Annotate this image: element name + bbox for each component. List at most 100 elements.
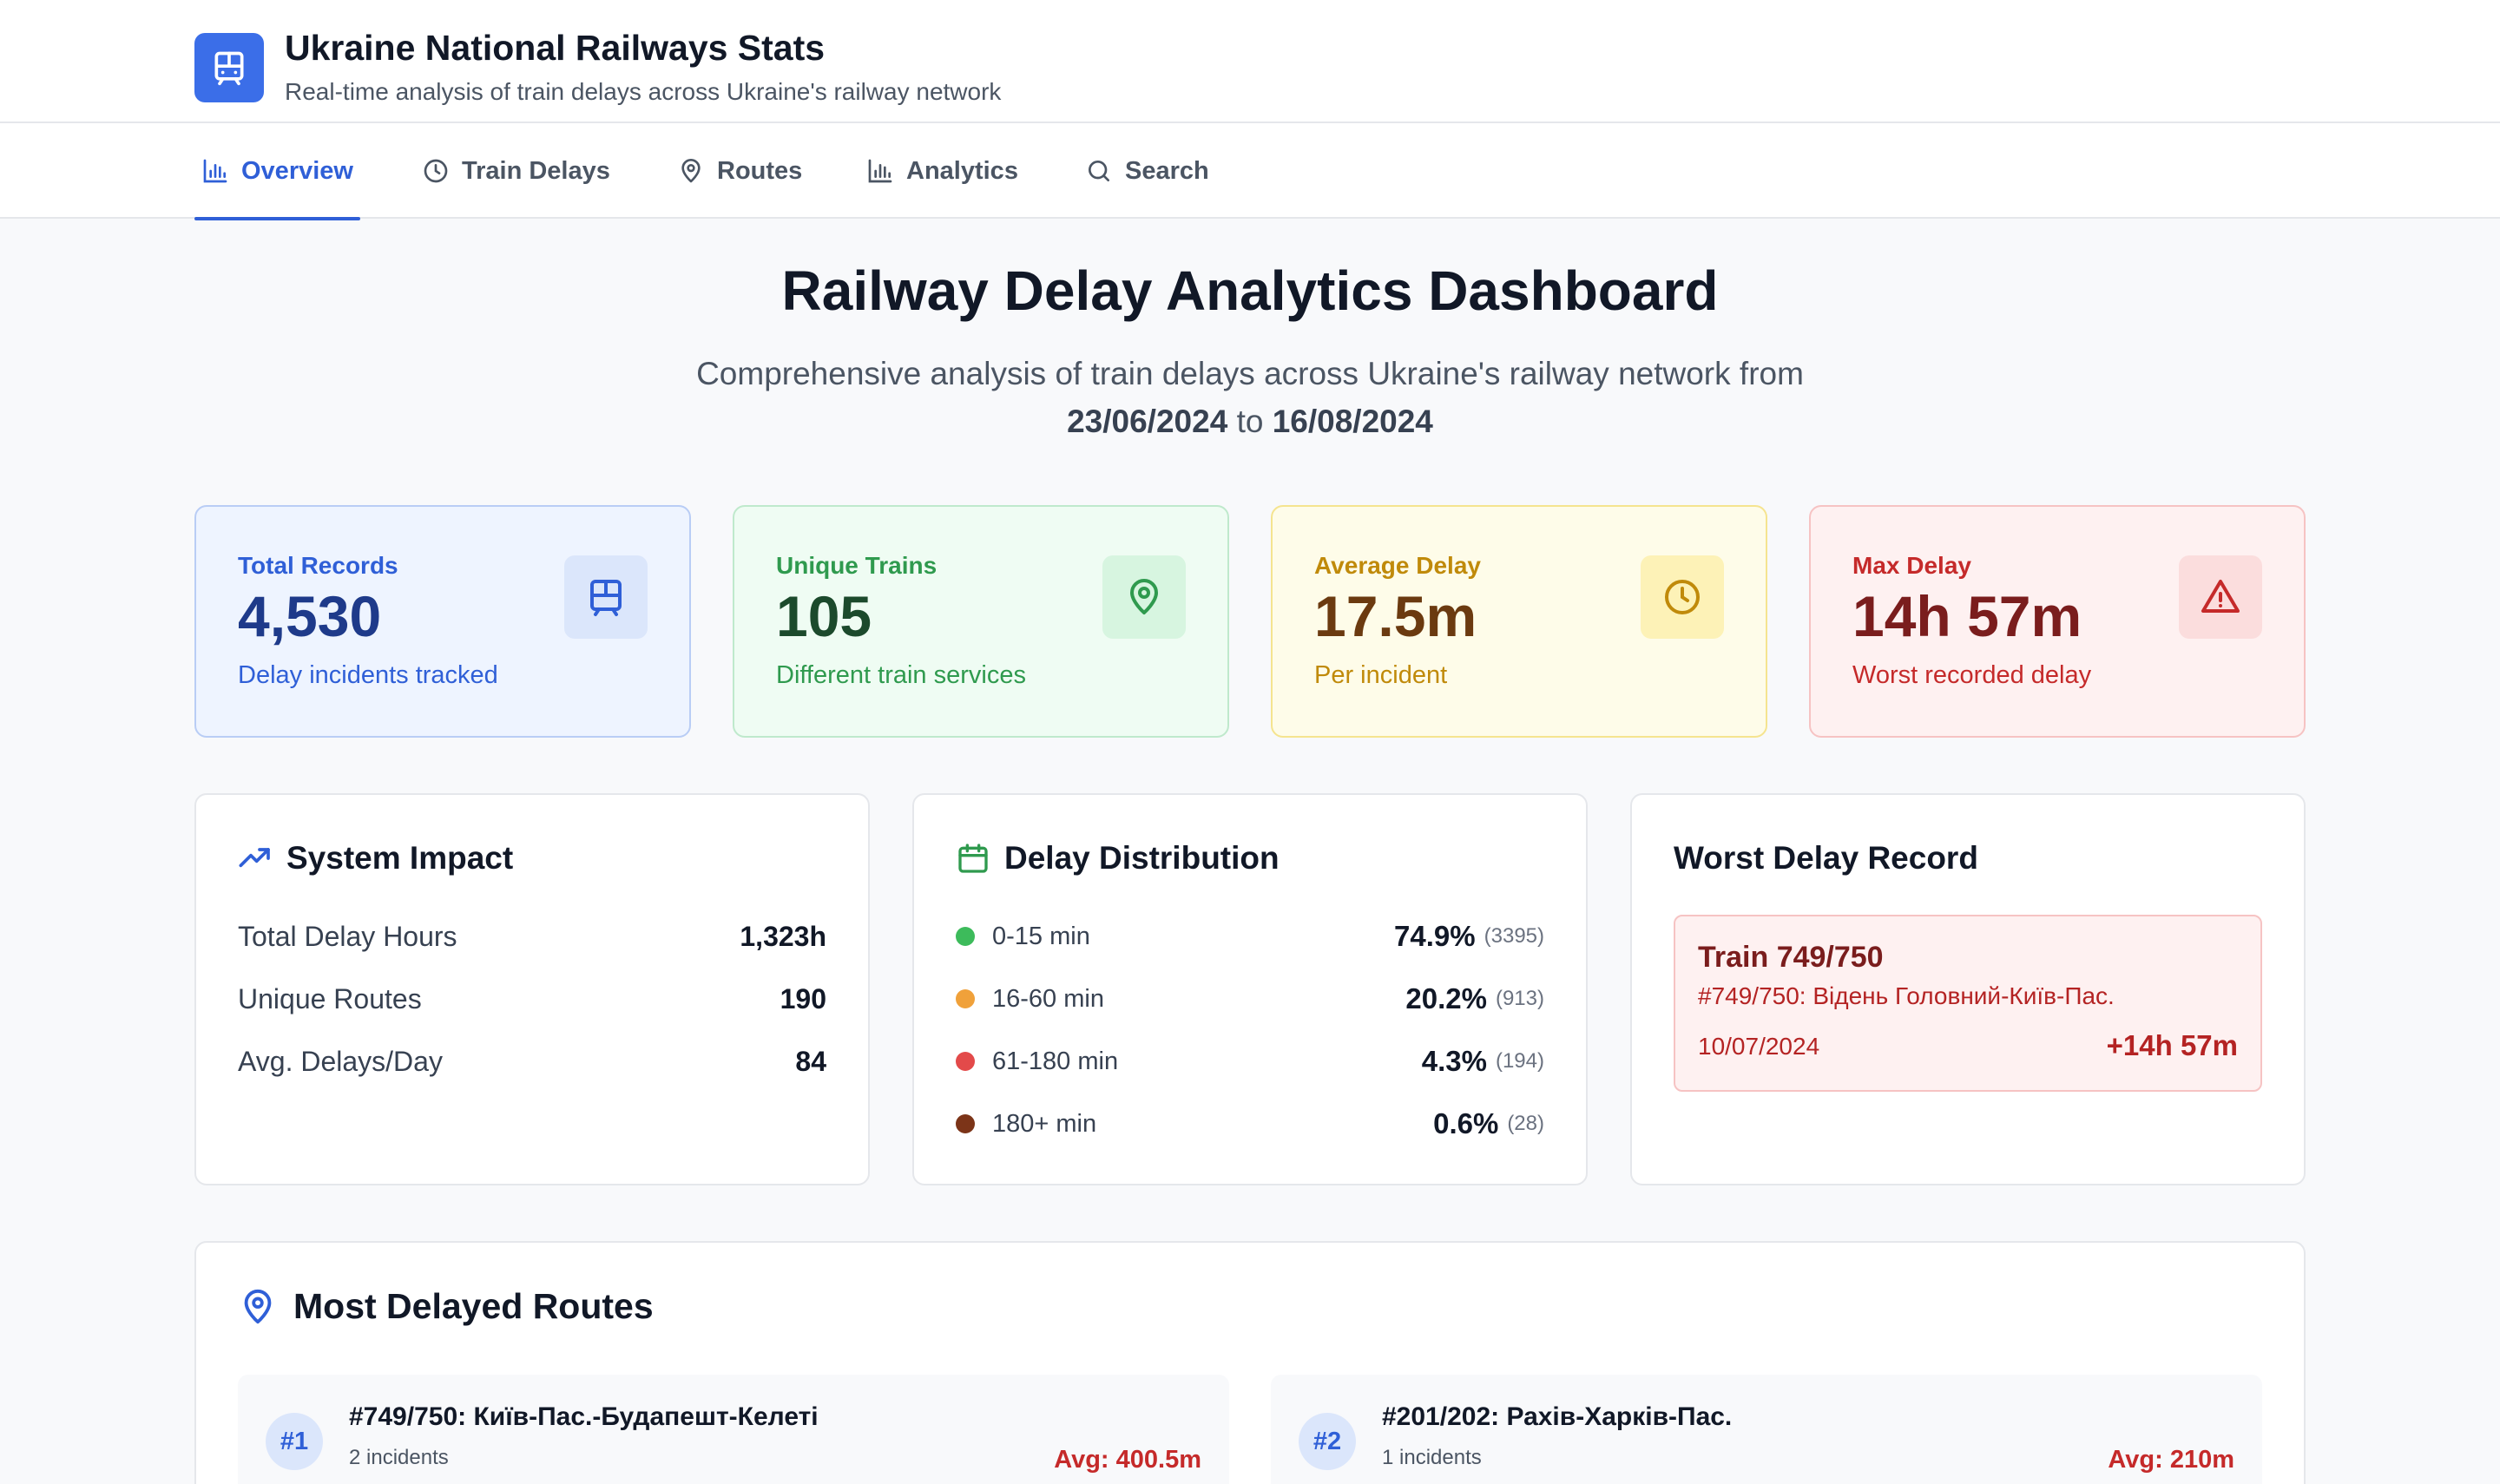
- map-pin-icon: [681, 159, 701, 183]
- alert-triangle-icon: [2179, 555, 2262, 639]
- date-range: 23/06/2024 to 16/08/2024: [0, 404, 2500, 440]
- panel-title-text: Worst Delay Record: [1674, 840, 1978, 876]
- app-subtitle: Real-time analysis of train delays acros…: [285, 78, 1002, 105]
- distribution-count: (913): [1495, 987, 1544, 1010]
- tab-label: Overview: [241, 156, 353, 185]
- distribution-count: (194): [1495, 1049, 1544, 1073]
- stat-description: Delay incidents tracked: [238, 661, 498, 689]
- panel-title: System Impact: [238, 840, 513, 877]
- tab-label: Train Delays: [462, 156, 610, 185]
- worst-delay-record[interactable]: Train 749/750 #749/750: Відень Головний-…: [1674, 915, 2262, 1092]
- stat-label: Total Records: [238, 552, 398, 579]
- distribution-label: 61-180 min: [992, 1047, 1119, 1075]
- route-card[interactable]: #1 #749/750: Київ-Пас.-Будапешт-Келеті 2…: [238, 1375, 1229, 1484]
- panel-title-text: System Impact: [286, 840, 514, 876]
- stat-card-average-delay: Average Delay 17.5m Per incident: [1271, 505, 1767, 738]
- distribution-count: (28): [1507, 1112, 1544, 1135]
- distribution-count: (3395): [1484, 924, 1544, 948]
- distribution-percent: 4.3%: [1421, 1045, 1487, 1077]
- route-card[interactable]: #2 #201/202: Рахів-Харків-Пас. 1 inciden…: [1271, 1375, 2262, 1484]
- route-average-delay: Avg: 210m: [2108, 1446, 2234, 1474]
- map-pin-icon: [244, 1289, 272, 1323]
- page-title: Railway Delay Analytics Dashboard: [781, 259, 1719, 322]
- page-description: Comprehensive analysis of train delays a…: [696, 356, 1804, 391]
- impact-label: Total Delay Hours: [238, 920, 457, 952]
- stat-label: Unique Trains: [776, 552, 938, 579]
- clock-icon: [424, 159, 448, 183]
- stat-description: Worst recorded delay: [1852, 661, 2092, 689]
- distribution-percent: 0.6%: [1433, 1107, 1499, 1139]
- trending-up-icon: [239, 848, 270, 868]
- panel-title-text: Delay Distribution: [1004, 840, 1280, 876]
- bar-chart-icon: [868, 159, 892, 183]
- legend-dot: [956, 989, 975, 1008]
- route-name: #201/202: Рахів-Харків-Пас.: [1382, 1402, 1733, 1431]
- worst-delay-duration: +14h 57m: [2106, 1029, 2238, 1061]
- search-icon: [1089, 161, 1109, 181]
- delay-distribution-panel: Delay Distribution 0-15 min 74.9% (3395)…: [912, 793, 1588, 1185]
- tab-overview[interactable]: Overview: [194, 123, 360, 220]
- tab-label: Routes: [717, 156, 803, 185]
- date-connector: to: [1236, 404, 1264, 439]
- worst-delay-panel: Worst Delay Record Train 749/750 #749/75…: [1630, 793, 2306, 1185]
- clock-icon: [1641, 555, 1724, 639]
- tab-analytics[interactable]: Analytics: [866, 123, 1018, 219]
- stat-description: Per incident: [1314, 661, 1448, 689]
- route-incidents: 1 incidents: [1382, 1446, 1482, 1469]
- distribution-row: 16-60 min 20.2% (913): [956, 977, 1544, 1021]
- distribution-label: 16-60 min: [992, 984, 1104, 1013]
- worst-train-number: Train 749/750: [1698, 941, 1884, 974]
- stat-value: 17.5m: [1314, 584, 1477, 648]
- legend-dot: [956, 927, 975, 946]
- impact-label: Avg. Delays/Day: [238, 1045, 443, 1077]
- tab-bar: Overview Train Delays Routes Analytics S…: [0, 123, 2500, 220]
- most-delayed-routes-panel: Most Delayed Routes #1 #749/750: Київ-Па…: [194, 1241, 2306, 1484]
- distribution-percent: 74.9%: [1394, 920, 1476, 952]
- route-name: #749/750: Київ-Пас.-Будапешт-Келеті: [349, 1402, 819, 1431]
- panel-title: Most Delayed Routes: [238, 1286, 654, 1327]
- route-rank-badge: #2: [1299, 1413, 1356, 1470]
- start-date: 23/06/2024: [1067, 404, 1228, 439]
- train-icon: [564, 555, 648, 639]
- calendar-icon: [958, 844, 988, 873]
- route-rank-badge: #1: [266, 1413, 323, 1470]
- stat-value: 4,530: [238, 584, 382, 648]
- route-incidents: 2 incidents: [349, 1446, 449, 1469]
- tab-label: Analytics: [906, 156, 1018, 185]
- system-impact-panel: System Impact Total Delay Hours 1,323h U…: [194, 793, 870, 1185]
- distribution-label: 180+ min: [992, 1109, 1097, 1138]
- app-header: Ukraine National Railways Stats Real-tim…: [0, 0, 2500, 123]
- tab-label: Search: [1125, 156, 1209, 185]
- worst-train-route: #749/750: Відень Головний-Київ-Пас.: [1698, 982, 2115, 1009]
- stat-label: Max Delay: [1852, 552, 1971, 579]
- panel-title: Delay Distribution: [956, 840, 1280, 877]
- stat-description: Different train services: [776, 661, 1026, 689]
- stat-card-max-delay: Max Delay 14h 57m Worst recorded delay: [1809, 505, 2306, 738]
- legend-dot: [956, 1052, 975, 1071]
- map-pin-icon: [1102, 555, 1186, 639]
- stat-card-unique-trains: Unique Trains 105 Different train servic…: [733, 505, 1229, 738]
- stat-value: 14h 57m: [1852, 584, 2082, 648]
- stat-value: 105: [776, 584, 872, 648]
- impact-value: 190: [780, 982, 826, 1015]
- tab-search[interactable]: Search: [1085, 123, 1209, 219]
- impact-value: 84: [795, 1045, 826, 1077]
- impact-row: Unique Routes 190: [238, 977, 826, 1021]
- impact-row: Total Delay Hours 1,323h: [238, 915, 826, 958]
- panel-title-text: Most Delayed Routes: [293, 1286, 654, 1326]
- distribution-percent: 20.2%: [1405, 982, 1487, 1015]
- route-average-delay: Avg: 400.5m: [1054, 1446, 1201, 1474]
- app-title: Ukraine National Railways Stats: [285, 28, 826, 68]
- tab-train-delays[interactable]: Train Delays: [422, 123, 610, 219]
- worst-delay-date: 10/07/2024: [1698, 1033, 1820, 1060]
- end-date: 16/08/2024: [1272, 404, 1433, 439]
- tab-routes[interactable]: Routes: [677, 123, 802, 219]
- bar-chart-icon: [203, 159, 227, 183]
- impact-label: Unique Routes: [238, 982, 422, 1015]
- stat-card-total-records: Total Records 4,530 Delay incidents trac…: [194, 505, 691, 738]
- legend-dot: [956, 1114, 975, 1133]
- impact-value: 1,323h: [740, 920, 826, 952]
- distribution-row: 0-15 min 74.9% (3395): [956, 915, 1544, 958]
- distribution-label: 0-15 min: [992, 922, 1090, 950]
- distribution-row: 180+ min 0.6% (28): [956, 1102, 1544, 1146]
